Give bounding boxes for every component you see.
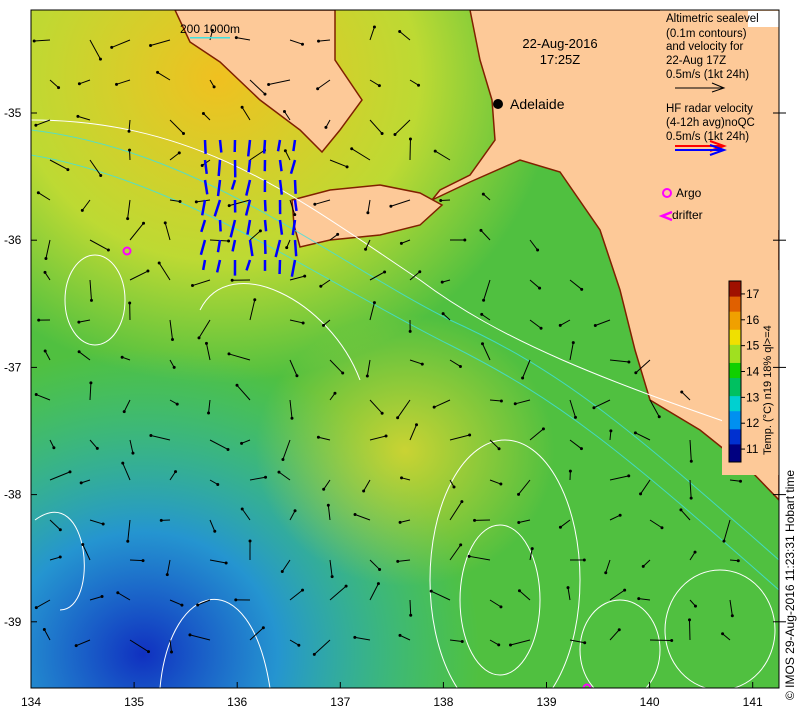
- argo-legend-label: Argo: [676, 186, 702, 200]
- x-tick-label: 138: [433, 695, 453, 709]
- svg-text:HF radar velocity: HF radar velocity: [666, 103, 753, 115]
- svg-text:0.5m/s (1kt 24h): 0.5m/s (1kt 24h): [666, 131, 749, 143]
- svg-text:and velocity for: and velocity for: [666, 41, 744, 53]
- colorbar-tick-label: 14: [746, 365, 760, 379]
- scale-bar: [190, 37, 230, 39]
- colorbar-tick-label: 11: [746, 442, 759, 456]
- sst-map-figure: 200 1000m 22-Aug-2016 17:25Z Adelaide Al…: [0, 0, 800, 720]
- y-tick-label: -36: [4, 233, 22, 247]
- svg-text:(0.1m contours): (0.1m contours): [666, 28, 747, 40]
- svg-text:(4-12h avg)noQC: (4-12h avg)noQC: [666, 117, 755, 129]
- colorbar-label: Temp. (°C) n19 18% ql>=4: [762, 325, 774, 455]
- time-title: 17:25Z: [540, 52, 581, 67]
- city-label: Adelaide: [510, 96, 565, 112]
- svg-text:0.5m/s (1kt 24h): 0.5m/s (1kt 24h): [666, 69, 749, 81]
- y-tick-label: -38: [4, 488, 22, 502]
- colorbar-tick-label: 13: [746, 390, 760, 404]
- x-tick-label: 135: [124, 695, 144, 709]
- colorbar-tick-label: 12: [746, 416, 760, 430]
- svg-text:Altimetric sealevel: Altimetric sealevel: [666, 13, 759, 25]
- x-tick-label: 136: [227, 695, 247, 709]
- svg-text:22-Aug 17Z: 22-Aug 17Z: [666, 55, 726, 67]
- x-tick-label: 137: [330, 695, 350, 709]
- colorbar-tick-label: 15: [746, 339, 760, 353]
- y-tick-label: -39: [4, 615, 22, 629]
- credit-text: © IMOS 29-Aug-2016 11:23:31 Hobart time: [783, 469, 797, 700]
- colorbar: [728, 280, 742, 463]
- legend-hf-radar: HF radar velocity (4-12h avg)noQC 0.5m/s…: [666, 103, 755, 143]
- y-tick-label: -35: [4, 106, 22, 120]
- drifter-legend-label: drifter: [672, 208, 703, 222]
- x-tick-label: 139: [536, 695, 556, 709]
- colorbar-tick-label: 17: [746, 287, 760, 301]
- map-svg: 200 1000m 22-Aug-2016 17:25Z Adelaide Al…: [4, 9, 786, 709]
- date-title: 22-Aug-2016: [522, 36, 597, 51]
- y-tick-label: -37: [4, 360, 22, 374]
- x-tick-label: 134: [21, 695, 41, 709]
- adelaide-marker: [493, 99, 503, 109]
- colorbar-tick-label: 16: [746, 313, 760, 327]
- x-tick-label: 141: [743, 695, 763, 709]
- scale-label: 200 1000m: [180, 22, 240, 36]
- x-tick-label: 140: [640, 695, 660, 709]
